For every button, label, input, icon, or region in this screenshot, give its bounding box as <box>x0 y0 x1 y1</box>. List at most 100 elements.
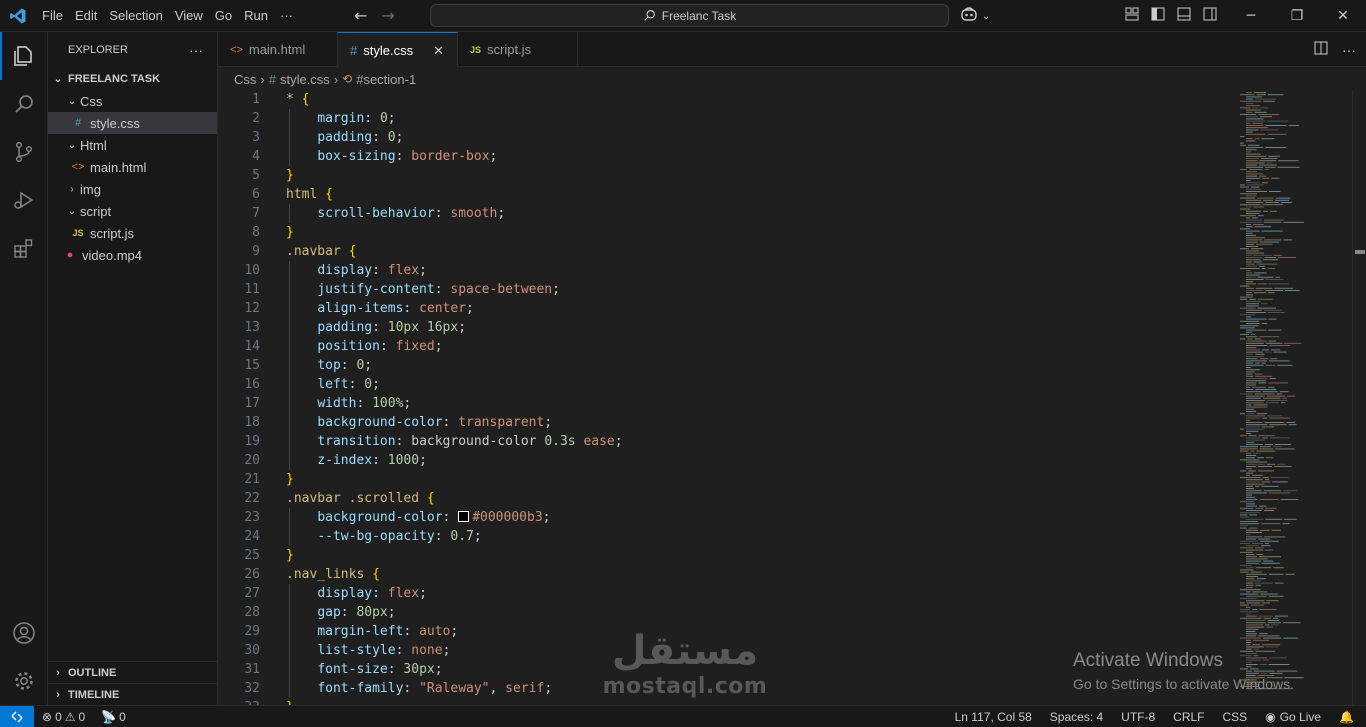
run-debug-icon[interactable] <box>0 176 48 224</box>
back-arrow-icon[interactable]: ← <box>354 6 367 25</box>
search-icon[interactable] <box>0 80 48 128</box>
minimap-line <box>1275 199 1290 201</box>
breadcrumb-file[interactable]: style.css <box>280 72 330 87</box>
minimap-line <box>1255 567 1272 569</box>
tree-file-style-css[interactable]: # style.css <box>48 112 217 134</box>
minimap-line <box>1240 285 1250 287</box>
minimap-line <box>1246 384 1256 386</box>
code-line: 15 top: 0; <box>218 356 1228 375</box>
minimap-line <box>1277 364 1293 366</box>
remote-indicator-icon[interactable] <box>0 705 34 727</box>
timeline-section[interactable]: › TIMELINE <box>48 683 217 705</box>
explorer-title: EXPLORER <box>68 44 128 56</box>
minimap-line <box>1246 549 1264 551</box>
indentation[interactable]: Spaces: 4 <box>1050 710 1103 724</box>
css-file-icon: # <box>350 43 358 58</box>
line-number: 26 <box>244 567 260 582</box>
minimap-line <box>1259 633 1268 635</box>
line-number: 24 <box>244 529 260 544</box>
language-mode[interactable]: CSS <box>1223 710 1248 724</box>
toggle-secondary-sidebar-icon[interactable] <box>1203 7 1217 25</box>
forward-arrow-icon[interactable]: → <box>381 6 394 25</box>
tree-folder-script[interactable]: ⌄ script <box>48 200 217 222</box>
code-text: } <box>286 168 294 183</box>
breadcrumb-symbol[interactable]: #section-1 <box>356 72 416 87</box>
tab-main-html[interactable]: <> main.html <box>218 32 338 67</box>
menu-edit[interactable]: Edit <box>69 0 103 32</box>
tree-file-video-mp4[interactable]: ● video.mp4 <box>48 244 217 266</box>
tab-style-css[interactable]: # style.css ✕ <box>338 32 458 68</box>
video-file-icon: ● <box>66 249 74 261</box>
minimap-line <box>1249 298 1257 300</box>
code-editor[interactable]: 1 * {2 margin: 0; 3 padding: 0; 4 box-sizin… <box>218 90 1366 705</box>
restore-icon[interactable]: ❐ <box>1274 0 1320 32</box>
menu-view[interactable]: View <box>169 0 209 32</box>
line-number: 2 <box>252 111 260 126</box>
chevron-down-icon[interactable]: ⌄ <box>982 11 990 22</box>
minimap-line <box>1246 639 1251 641</box>
close-window-icon[interactable]: ✕ <box>1320 0 1366 32</box>
minimap-line <box>1246 129 1259 131</box>
minimap-line <box>1240 94 1255 96</box>
minimap-line <box>1246 633 1258 635</box>
minimap-line <box>1240 543 1250 544</box>
notifications-bell-icon[interactable]: 🔔 <box>1339 710 1354 724</box>
end-of-line[interactable]: CRLF <box>1173 710 1204 724</box>
minimap-line <box>1246 642 1252 643</box>
close-icon[interactable]: ✕ <box>433 43 444 59</box>
problems-indicator[interactable]: ⊗ 0 ⚠ 0 <box>42 710 85 724</box>
menu-run[interactable]: Run <box>238 0 274 32</box>
copilot-icon[interactable] <box>960 6 978 26</box>
split-editor-icon[interactable] <box>1314 41 1328 58</box>
color-swatch[interactable] <box>458 511 470 522</box>
scrollbar-thumb[interactable] <box>1355 250 1365 254</box>
vertical-scrollbar[interactable] <box>1352 90 1366 705</box>
encoding[interactable]: UTF-8 <box>1121 710 1155 724</box>
minimap-line <box>1240 435 1247 437</box>
minimap-line <box>1260 593 1278 595</box>
minimize-icon[interactable]: ─ <box>1228 0 1274 32</box>
cursor-position[interactable]: Ln 117, Col 58 <box>955 710 1032 724</box>
menu-selection[interactable]: Selection <box>103 0 168 32</box>
line-number: 27 <box>244 586 260 601</box>
minimap-line <box>1240 320 1260 322</box>
title-bar: File Edit Selection View Go Run ··· ← → … <box>0 0 1366 32</box>
tree-folder-css[interactable]: ⌄ Css <box>48 90 217 112</box>
activate-title: Activate Windows <box>1073 650 1223 671</box>
tree-file-main-html[interactable]: <> main.html <box>48 156 217 178</box>
toggle-primary-sidebar-icon[interactable] <box>1151 7 1165 25</box>
minimap-line <box>1259 336 1279 338</box>
more-actions-icon[interactable]: ··· <box>1342 42 1356 58</box>
minimap-line <box>1274 287 1294 289</box>
ports-indicator[interactable]: 📡 0 <box>101 710 126 724</box>
menu-go[interactable]: Go <box>209 0 238 32</box>
command-center-search[interactable]: Freelanc Task <box>430 4 949 27</box>
customize-layout-icon[interactable] <box>1125 7 1139 25</box>
minimap[interactable] <box>1236 90 1352 705</box>
minimap-line <box>1267 120 1289 122</box>
settings-gear-icon[interactable] <box>0 657 48 705</box>
tree-folder-img[interactable]: › img <box>48 178 217 200</box>
go-live-button[interactable]: ◉ Go Live <box>1265 710 1321 724</box>
menu-file[interactable]: File <box>36 0 69 32</box>
minimap-line <box>1246 191 1268 192</box>
minimap-line <box>1273 254 1283 256</box>
breadcrumb-folder[interactable]: Css <box>234 72 256 87</box>
menu-more[interactable]: ··· <box>274 0 299 32</box>
minimap-line <box>1256 94 1266 96</box>
minimap-line <box>1246 474 1251 476</box>
explorer-more-actions[interactable]: ··· <box>189 42 203 58</box>
minimap-line <box>1268 155 1280 157</box>
minimap-line <box>1254 226 1272 228</box>
accounts-icon[interactable] <box>0 609 48 657</box>
workspace-root[interactable]: ⌄ FREELANC TASK <box>48 68 217 90</box>
code-text: } <box>286 472 294 487</box>
tree-file-script-js[interactable]: JS script.js <box>48 222 217 244</box>
tree-folder-html[interactable]: ⌄ Html <box>48 134 217 156</box>
source-control-icon[interactable] <box>0 128 48 176</box>
extensions-icon[interactable] <box>0 224 48 272</box>
tab-script-js[interactable]: JS script.js <box>458 32 578 67</box>
toggle-panel-icon[interactable] <box>1177 7 1191 25</box>
outline-section[interactable]: › OUTLINE <box>48 661 217 683</box>
explorer-icon[interactable] <box>0 32 48 80</box>
